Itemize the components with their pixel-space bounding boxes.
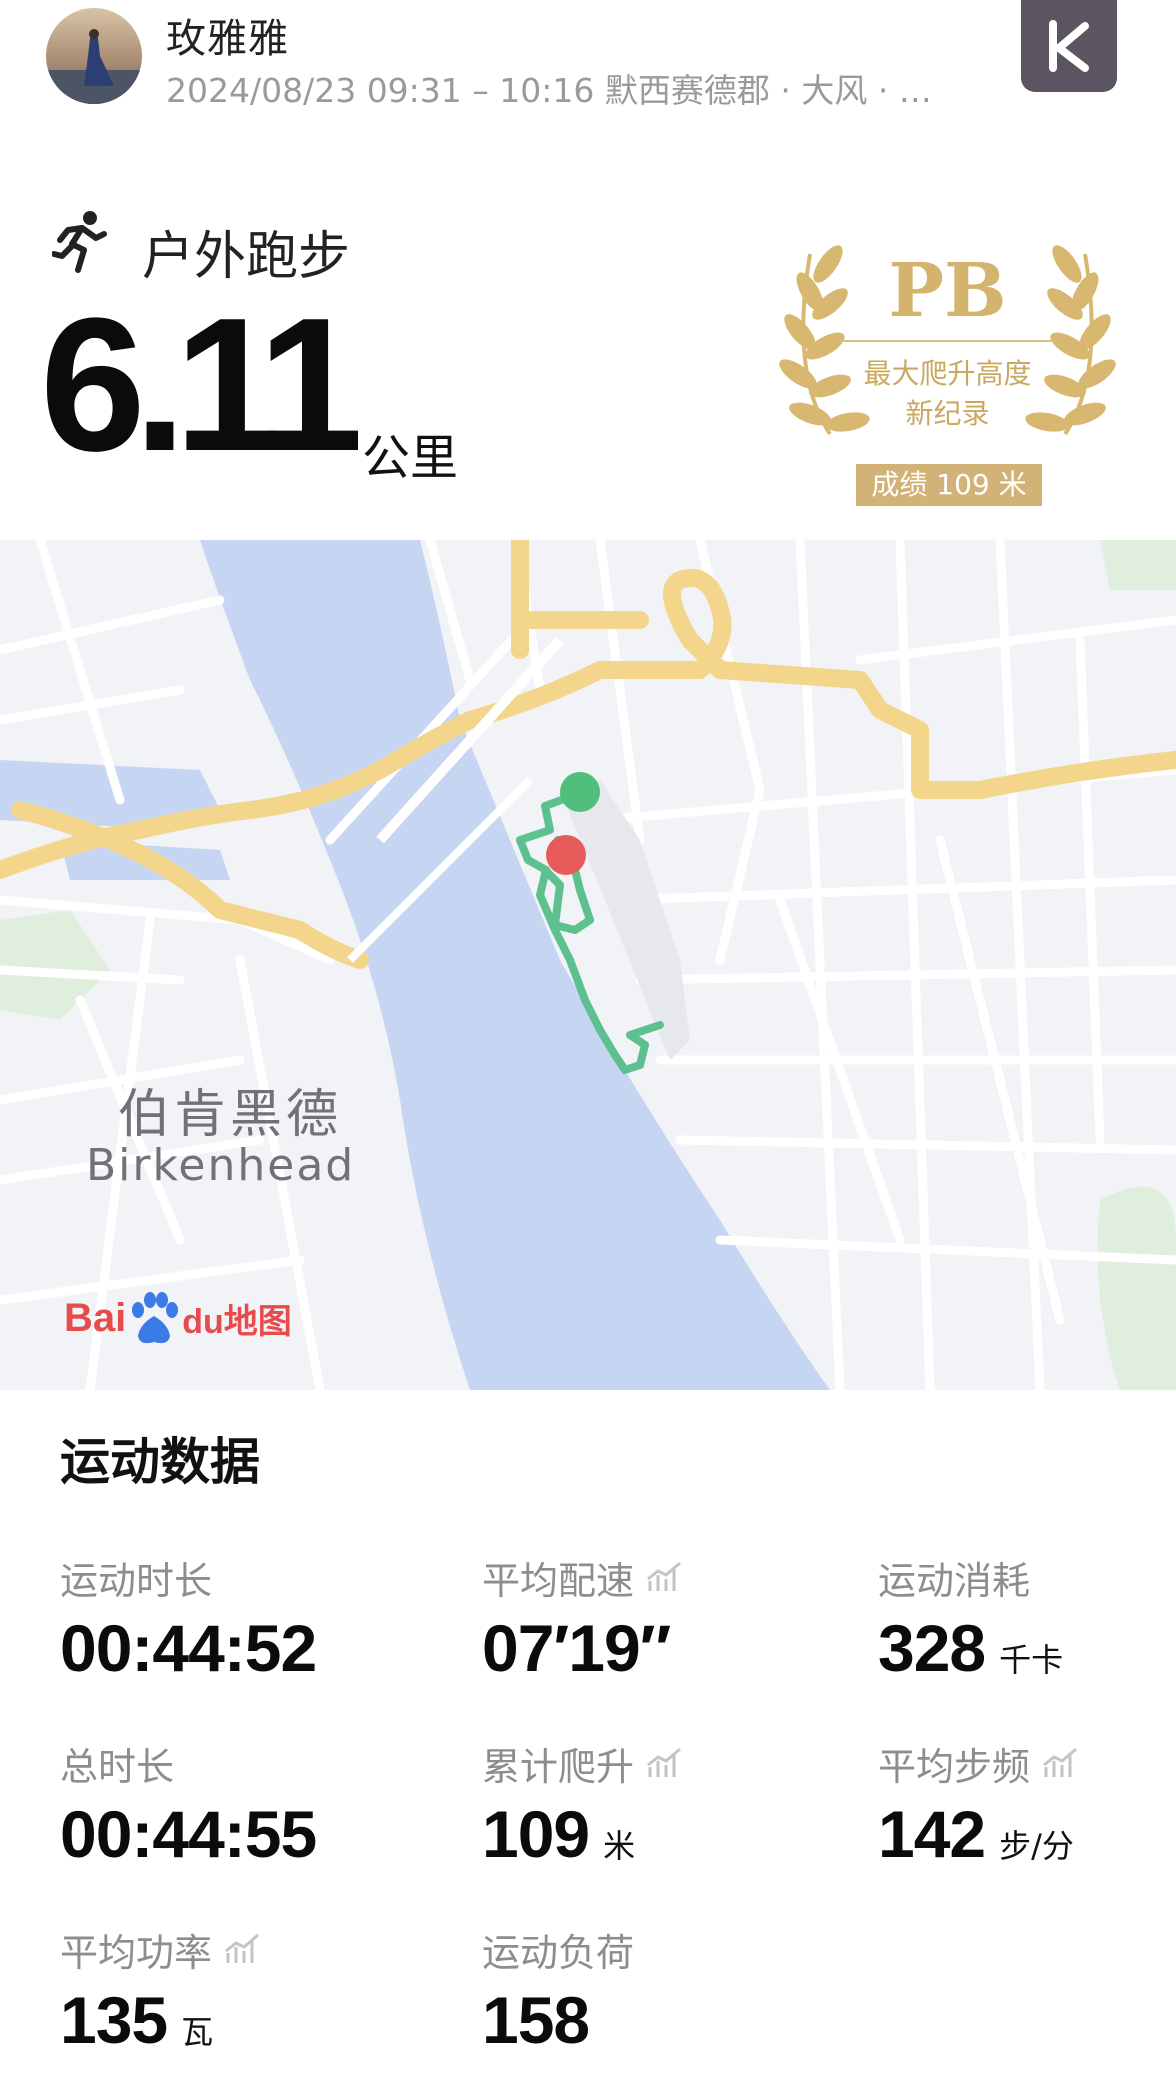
stat-avg-cadence[interactable]: 平均步频 142 步/分: [878, 1738, 1078, 1872]
route-map[interactable]: [0, 540, 1176, 1390]
stat-value: 142: [878, 1797, 986, 1871]
stat-value: 328: [878, 1611, 986, 1685]
stat-label: 运动负荷: [482, 1930, 635, 1975]
stat-duration[interactable]: 运动时长 00:44:52: [60, 1552, 317, 1686]
stat-label: 累计爬升: [482, 1744, 635, 1789]
activity-meta: 2024/08/23 09:31 – 10:16 默西赛德郡 · 大风 · …: [166, 71, 932, 110]
stat-unit: 米: [603, 1827, 636, 1865]
trend-chart-icon[interactable]: [1042, 1747, 1078, 1779]
pb-record-type: 最大爬升高度: [863, 357, 1032, 390]
stat-label: 平均功率: [60, 1930, 213, 1975]
stat-calories[interactable]: 运动消耗 328 千卡: [878, 1552, 1063, 1686]
activity-type: 户外跑步: [142, 227, 351, 287]
route-start-marker: [560, 772, 600, 812]
pb-badge[interactable]: PB 最大爬升高度 新纪录 成绩 109 米: [770, 244, 1125, 512]
running-person-icon: [51, 210, 108, 276]
stat-elevation-gain[interactable]: 累计爬升 109 米: [482, 1738, 682, 1872]
distance-value: 6.11: [40, 279, 363, 491]
stat-unit: 步/分: [999, 1827, 1074, 1865]
route-end-marker: [546, 835, 586, 875]
map-city-label-cn: 伯肯黑德: [118, 1085, 343, 1145]
distance-unit: 公里: [362, 430, 459, 486]
trend-chart-icon[interactable]: [646, 1747, 682, 1779]
stat-value: 135: [60, 1983, 168, 2057]
trend-chart-icon[interactable]: [646, 1561, 682, 1593]
map-canvas: [0, 540, 1176, 1390]
stat-label: 平均步频: [878, 1744, 1031, 1789]
stat-label: 总时长: [60, 1744, 175, 1789]
baidu-logo-suffix: du地图: [182, 1302, 292, 1341]
avatar[interactable]: [46, 8, 142, 104]
stat-unit: 瓦: [181, 2013, 214, 2051]
stat-value: 109: [482, 1797, 590, 1871]
stat-avg-power[interactable]: 平均功率 135 瓦: [60, 1924, 260, 2058]
pb-score: 成绩 109 米: [856, 464, 1042, 506]
stat-label: 运动消耗: [878, 1558, 1031, 1603]
map-city-label-en: Birkenhead: [86, 1140, 356, 1191]
baidu-logo-text: Bai: [64, 1295, 127, 1340]
pb-title: PB: [888, 248, 1007, 334]
stat-value: 00:44:52: [60, 1611, 317, 1685]
keep-logo-icon[interactable]: [1021, 0, 1117, 92]
stat-total-time[interactable]: 总时长 00:44:55: [60, 1738, 317, 1872]
baidu-paw-icon: [132, 1292, 179, 1344]
username[interactable]: 玫雅雅: [166, 6, 289, 64]
stat-unit: 千卡: [999, 1641, 1064, 1679]
pb-divider: [838, 340, 1058, 342]
stat-label: 平均配速: [482, 1558, 635, 1603]
trend-chart-icon[interactable]: [224, 1933, 260, 1965]
stat-value: 158: [482, 1983, 590, 2057]
stat-training-load[interactable]: 运动负荷 158: [482, 1924, 634, 2058]
pb-record-label: 新纪录: [905, 397, 990, 430]
stat-avg-pace[interactable]: 平均配速 07′19″: [482, 1552, 682, 1686]
stat-value: 00:44:55: [60, 1797, 317, 1871]
baidu-map-logo: Bai du地图: [64, 1286, 292, 1350]
stat-label: 运动时长: [60, 1558, 213, 1603]
stat-value: 07′19″: [482, 1611, 671, 1685]
stats-section-title: 运动数据: [60, 1433, 260, 1491]
